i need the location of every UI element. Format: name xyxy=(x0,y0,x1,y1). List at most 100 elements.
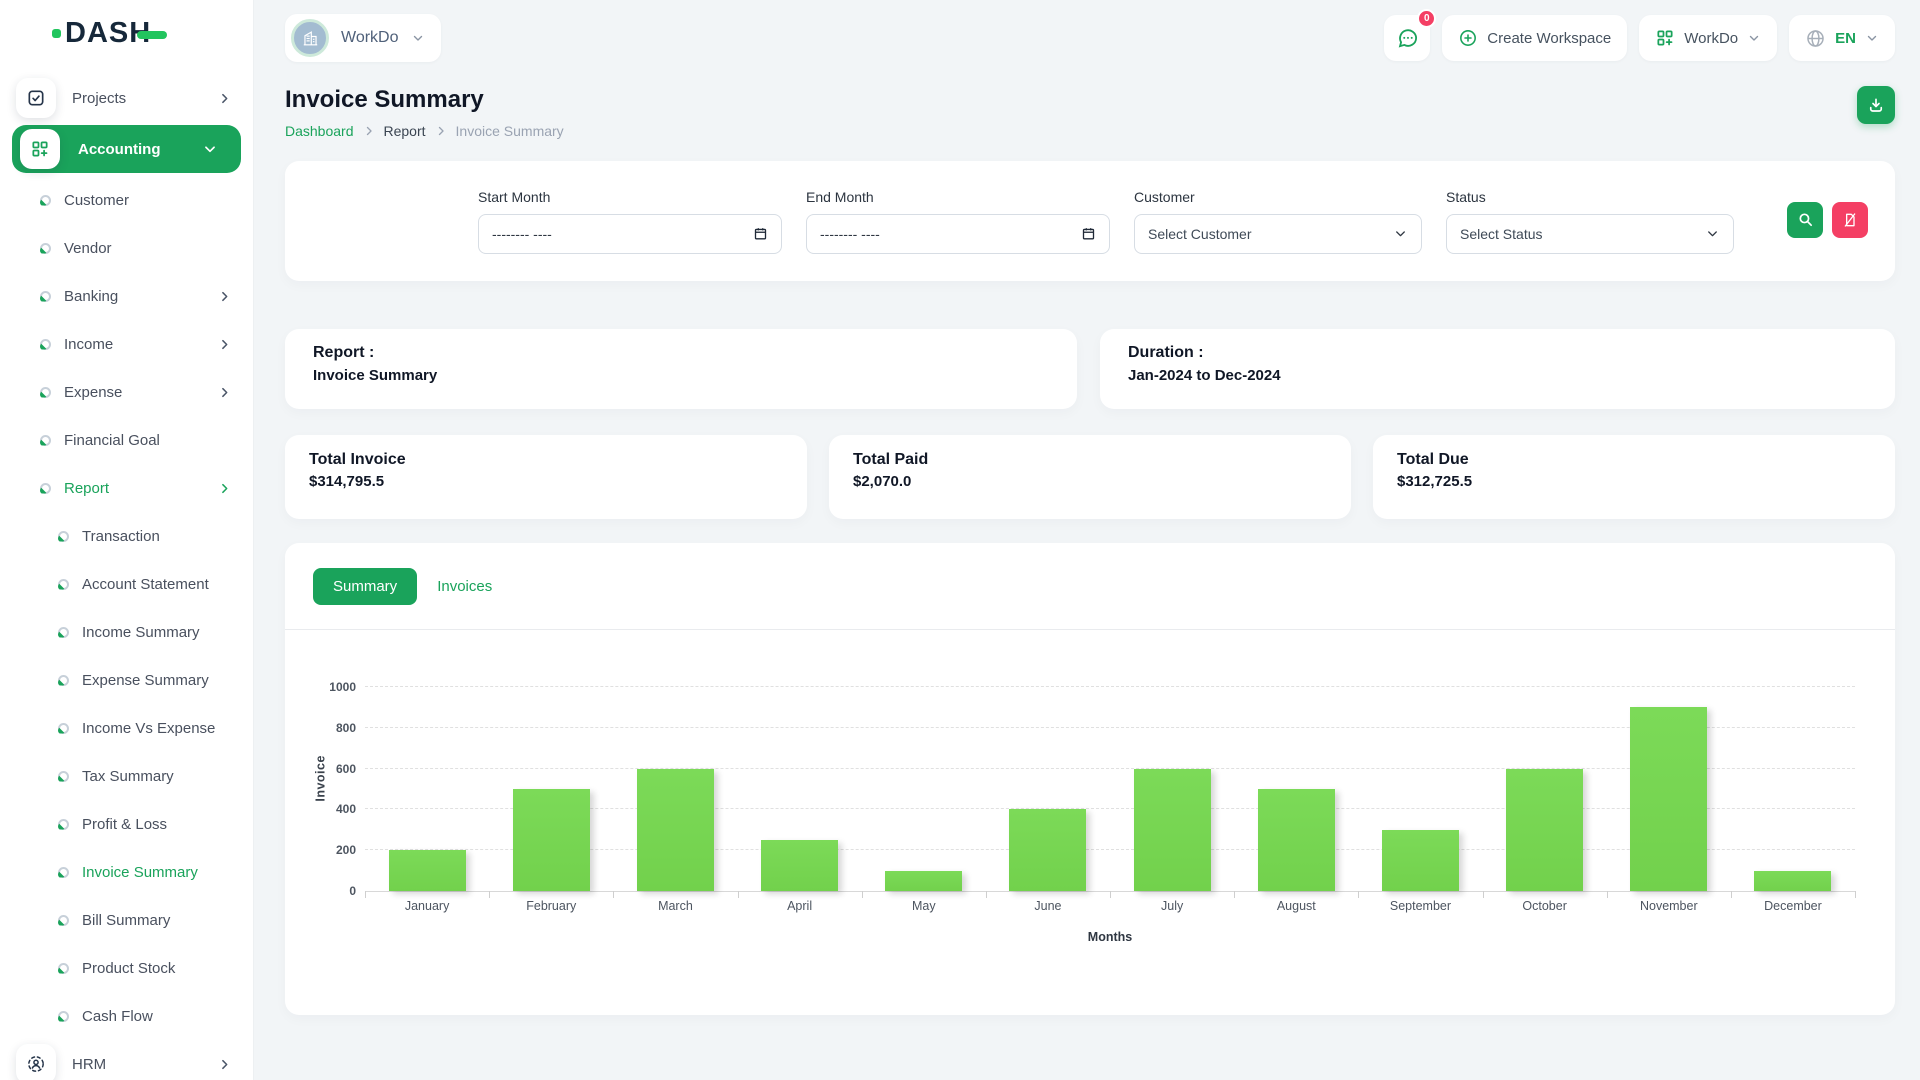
bar-april[interactable] xyxy=(761,840,838,891)
bar-march[interactable] xyxy=(637,769,714,891)
sidebar-item-tax-summary[interactable]: Tax Summary xyxy=(0,752,253,800)
report-title: Report : xyxy=(313,344,1049,362)
create-workspace-button[interactable]: Create Workspace xyxy=(1442,15,1627,61)
x-tick-mark xyxy=(1483,891,1484,898)
bar-slot xyxy=(862,688,986,891)
language-selector[interactable]: EN xyxy=(1789,15,1895,61)
sidebar-item-label: Bill Summary xyxy=(82,912,170,929)
search-icon xyxy=(1797,211,1814,228)
bar-november[interactable] xyxy=(1630,707,1707,891)
dash-logo[interactable]: DASH xyxy=(52,19,167,48)
x-tick-mark xyxy=(1731,891,1732,898)
invoice-bar-chart: Invoice 02004006008001000 xyxy=(365,688,1855,892)
file-slash-icon xyxy=(1842,212,1858,228)
bullet-icon xyxy=(40,387,51,398)
sidebar-item-income-vs-expense[interactable]: Income Vs Expense xyxy=(0,704,253,752)
page-title: Invoice Summary xyxy=(285,86,564,114)
bullet-icon xyxy=(58,675,69,686)
sidebar-item-hrm[interactable]: HRM xyxy=(0,1040,253,1080)
chevron-down-icon xyxy=(1393,226,1408,241)
sidebar-item-expense[interactable]: Expense xyxy=(0,368,253,416)
x-tick-mark xyxy=(986,891,987,898)
total-invoice-card: Total Invoice $314,795.5 xyxy=(285,435,807,519)
sidebar-item-customer[interactable]: Customer xyxy=(0,176,253,224)
x-tick-label: September xyxy=(1358,899,1482,913)
sidebar-item-label: Transaction xyxy=(82,528,160,545)
sidebar-item-accounting[interactable]: Accounting xyxy=(12,125,241,173)
customer-select-value: Select Customer xyxy=(1148,226,1251,242)
duration-title: Duration : xyxy=(1128,344,1867,362)
tab-summary[interactable]: Summary xyxy=(313,568,417,605)
sidebar-item-income[interactable]: Income xyxy=(0,320,253,368)
bar-june[interactable] xyxy=(1009,809,1086,891)
content: Invoice Summary Dashboard Report Invoice… xyxy=(253,66,1920,1080)
sidebar-item-label: Projects xyxy=(72,90,126,107)
sidebar-item-projects[interactable]: Projects xyxy=(0,74,253,122)
sidebar-item-income-summary[interactable]: Income Summary xyxy=(0,608,253,656)
x-tick-label: January xyxy=(365,899,489,913)
bar-december[interactable] xyxy=(1754,871,1831,891)
search-button[interactable] xyxy=(1787,202,1823,238)
bullet-icon xyxy=(40,483,51,494)
end-month-input[interactable]: -------- ---- xyxy=(806,214,1110,254)
start-month-input[interactable]: -------- ---- xyxy=(478,214,782,254)
total-paid-card: Total Paid $2,070.0 xyxy=(829,435,1351,519)
sidebar-item-label: Income xyxy=(64,336,113,353)
breadcrumb-dashboard[interactable]: Dashboard xyxy=(285,123,354,139)
download-icon xyxy=(1867,96,1885,114)
status-select[interactable]: Select Status xyxy=(1446,214,1734,254)
bullet-icon xyxy=(58,531,69,542)
download-button[interactable] xyxy=(1857,86,1895,124)
customer-select[interactable]: Select Customer xyxy=(1134,214,1422,254)
title-row: Invoice Summary Dashboard Report Invoice… xyxy=(285,78,1895,139)
sidebar-item-invoice-summary[interactable]: Invoice Summary xyxy=(0,848,253,896)
sidebar-item-vendor[interactable]: Vendor xyxy=(0,224,253,272)
notification-badge: 0 xyxy=(1417,9,1436,28)
workdo-menu-button[interactable]: WorkDo xyxy=(1639,15,1777,61)
bar-january[interactable] xyxy=(389,850,466,891)
bar-august[interactable] xyxy=(1258,789,1335,891)
sidebar-item-label: Cash Flow xyxy=(82,1008,153,1025)
breadcrumb-report[interactable]: Report xyxy=(384,123,426,139)
grid-plus-icon xyxy=(1655,28,1675,48)
bar-slot xyxy=(489,688,613,891)
x-tick-mark xyxy=(489,891,490,898)
bar-february[interactable] xyxy=(513,789,590,891)
bar-may[interactable] xyxy=(885,871,962,891)
x-tick-mark xyxy=(1855,891,1856,898)
sidebar-item-expense-summary[interactable]: Expense Summary xyxy=(0,656,253,704)
workspace-selector[interactable]: WorkDo xyxy=(285,14,441,62)
sidebar-item-label: Report xyxy=(64,480,109,497)
sidebar-item-account-statement[interactable]: Account Statement xyxy=(0,560,253,608)
messages-button[interactable]: 0 xyxy=(1384,15,1430,61)
sidebar-item-banking[interactable]: Banking xyxy=(0,272,253,320)
x-axis-title: Months xyxy=(365,930,1855,944)
sidebar-item-financial-goal[interactable]: Financial Goal xyxy=(0,416,253,464)
reset-filter-button[interactable] xyxy=(1832,202,1868,238)
bar-slot xyxy=(738,688,862,891)
filter-card: Start Month -------- ---- End Month ----… xyxy=(285,161,1895,281)
bar-july[interactable] xyxy=(1134,769,1211,891)
total-due-card: Total Due $312,725.5 xyxy=(1373,435,1895,519)
sidebar-item-profit-loss[interactable]: Profit & Loss xyxy=(0,800,253,848)
sidebar-item-bill-summary[interactable]: Bill Summary xyxy=(0,896,253,944)
y-tick-label: 600 xyxy=(312,762,356,776)
calendar-icon xyxy=(1081,226,1096,241)
bullet-icon xyxy=(58,867,69,878)
bar-october[interactable] xyxy=(1506,769,1583,891)
bullet-icon xyxy=(40,339,51,350)
duration-value: Jan-2024 to Dec-2024 xyxy=(1128,367,1867,384)
chevron-right-icon xyxy=(363,125,375,137)
sidebar-item-transaction[interactable]: Transaction xyxy=(0,512,253,560)
x-tick-mark xyxy=(365,891,366,898)
bar-september[interactable] xyxy=(1382,830,1459,891)
chevron-right-icon xyxy=(218,338,231,351)
tab-invoices[interactable]: Invoices xyxy=(433,568,496,605)
bullet-icon xyxy=(58,915,69,926)
x-tick-label: February xyxy=(489,899,613,913)
sidebar-item-report[interactable]: Report xyxy=(0,464,253,512)
sidebar-item-cash-flow[interactable]: Cash Flow xyxy=(0,992,253,1040)
workspace-name: WorkDo xyxy=(341,29,399,47)
sidebar-item-product-stock[interactable]: Product Stock xyxy=(0,944,253,992)
x-tick-label: December xyxy=(1731,899,1855,913)
